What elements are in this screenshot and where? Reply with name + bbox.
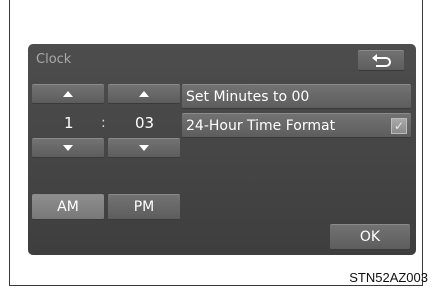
pm-label: PM — [133, 199, 155, 215]
time-separator: : — [101, 115, 106, 131]
24-hour-format-label: 24-Hour Time Format — [186, 117, 336, 134]
am-button[interactable]: AM — [32, 194, 104, 220]
minute-down-button[interactable] — [108, 138, 180, 158]
minute-up-button[interactable] — [108, 84, 180, 104]
screen-title: Clock — [36, 52, 72, 67]
ok-button[interactable]: OK — [330, 224, 410, 250]
hour-up-button[interactable] — [32, 84, 104, 104]
up-arrow-icon — [63, 91, 73, 97]
down-arrow-icon — [139, 145, 149, 151]
am-label: AM — [57, 199, 79, 215]
back-return-icon — [372, 53, 391, 67]
set-minutes-00-button[interactable]: Set Minutes to 00 — [182, 84, 411, 109]
minute-value: 03 — [135, 114, 155, 132]
back-button[interactable] — [358, 50, 404, 71]
clock-screen: Clock 1 : 03 Set Minutes to 00 24-Hour T… — [28, 44, 416, 255]
up-arrow-icon — [139, 91, 149, 97]
checkbox-24-hour[interactable]: ✓ — [391, 118, 407, 134]
ok-label: OK — [359, 229, 381, 245]
down-arrow-icon — [63, 145, 73, 151]
set-minutes-00-label: Set Minutes to 00 — [186, 88, 310, 105]
figure-reference-code: STN52AZ003 — [349, 270, 428, 285]
pm-button[interactable]: PM — [108, 194, 180, 220]
24-hour-format-button[interactable]: 24-Hour Time Format ✓ — [182, 113, 411, 138]
hour-value: 1 — [64, 114, 74, 132]
hour-down-button[interactable] — [32, 138, 104, 158]
